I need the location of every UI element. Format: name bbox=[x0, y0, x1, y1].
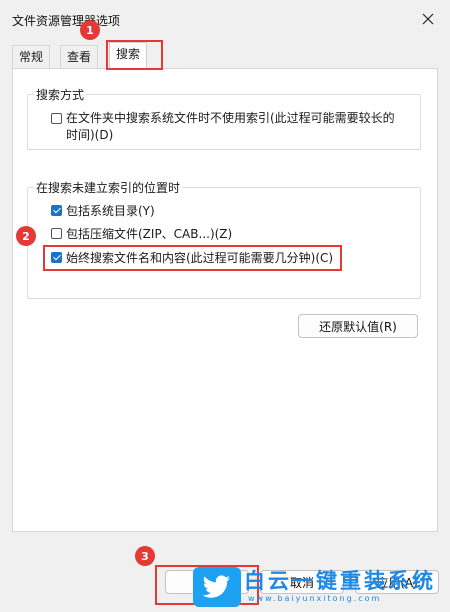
include-system-dirs-label: 包括系统目录(Y) bbox=[66, 204, 155, 218]
watermark-text: 白云一键重装系统 bbox=[244, 569, 436, 593]
watermark-url: www.baiyunxitong.com bbox=[248, 594, 382, 603]
title-bar: 文件资源管理器选项 bbox=[0, 0, 450, 40]
watermark-logo bbox=[193, 567, 241, 607]
close-icon bbox=[422, 13, 434, 25]
step-marker-3: 3 bbox=[135, 546, 155, 566]
non-indexed-label: 在搜索未建立索引的位置时 bbox=[34, 179, 183, 196]
search-method-label: 搜索方式 bbox=[34, 86, 87, 103]
bird-icon bbox=[202, 575, 230, 598]
step-marker-1: 1 bbox=[80, 20, 100, 40]
step-marker-2: 2 bbox=[16, 226, 36, 246]
tab-general[interactable]: 常规 bbox=[12, 45, 51, 68]
include-compressed-checkbox[interactable] bbox=[51, 228, 62, 239]
include-system-dirs-checkbox[interactable] bbox=[51, 205, 62, 216]
option-highlight bbox=[43, 245, 342, 271]
no-index-label: 在文件夹中搜索系统文件时不使用索引(此过程可能需要较长的时间)(D) bbox=[66, 111, 395, 142]
close-button[interactable] bbox=[414, 8, 442, 30]
window-title: 文件资源管理器选项 bbox=[12, 14, 121, 28]
include-compressed-label: 包括压缩文件(ZIP、CAB...)(Z) bbox=[66, 227, 233, 241]
no-index-checkbox[interactable] bbox=[51, 113, 62, 124]
tab-highlight bbox=[106, 40, 163, 70]
tab-view[interactable]: 查看 bbox=[60, 45, 99, 68]
restore-defaults-button[interactable]: 还原默认值(R) bbox=[298, 314, 418, 338]
